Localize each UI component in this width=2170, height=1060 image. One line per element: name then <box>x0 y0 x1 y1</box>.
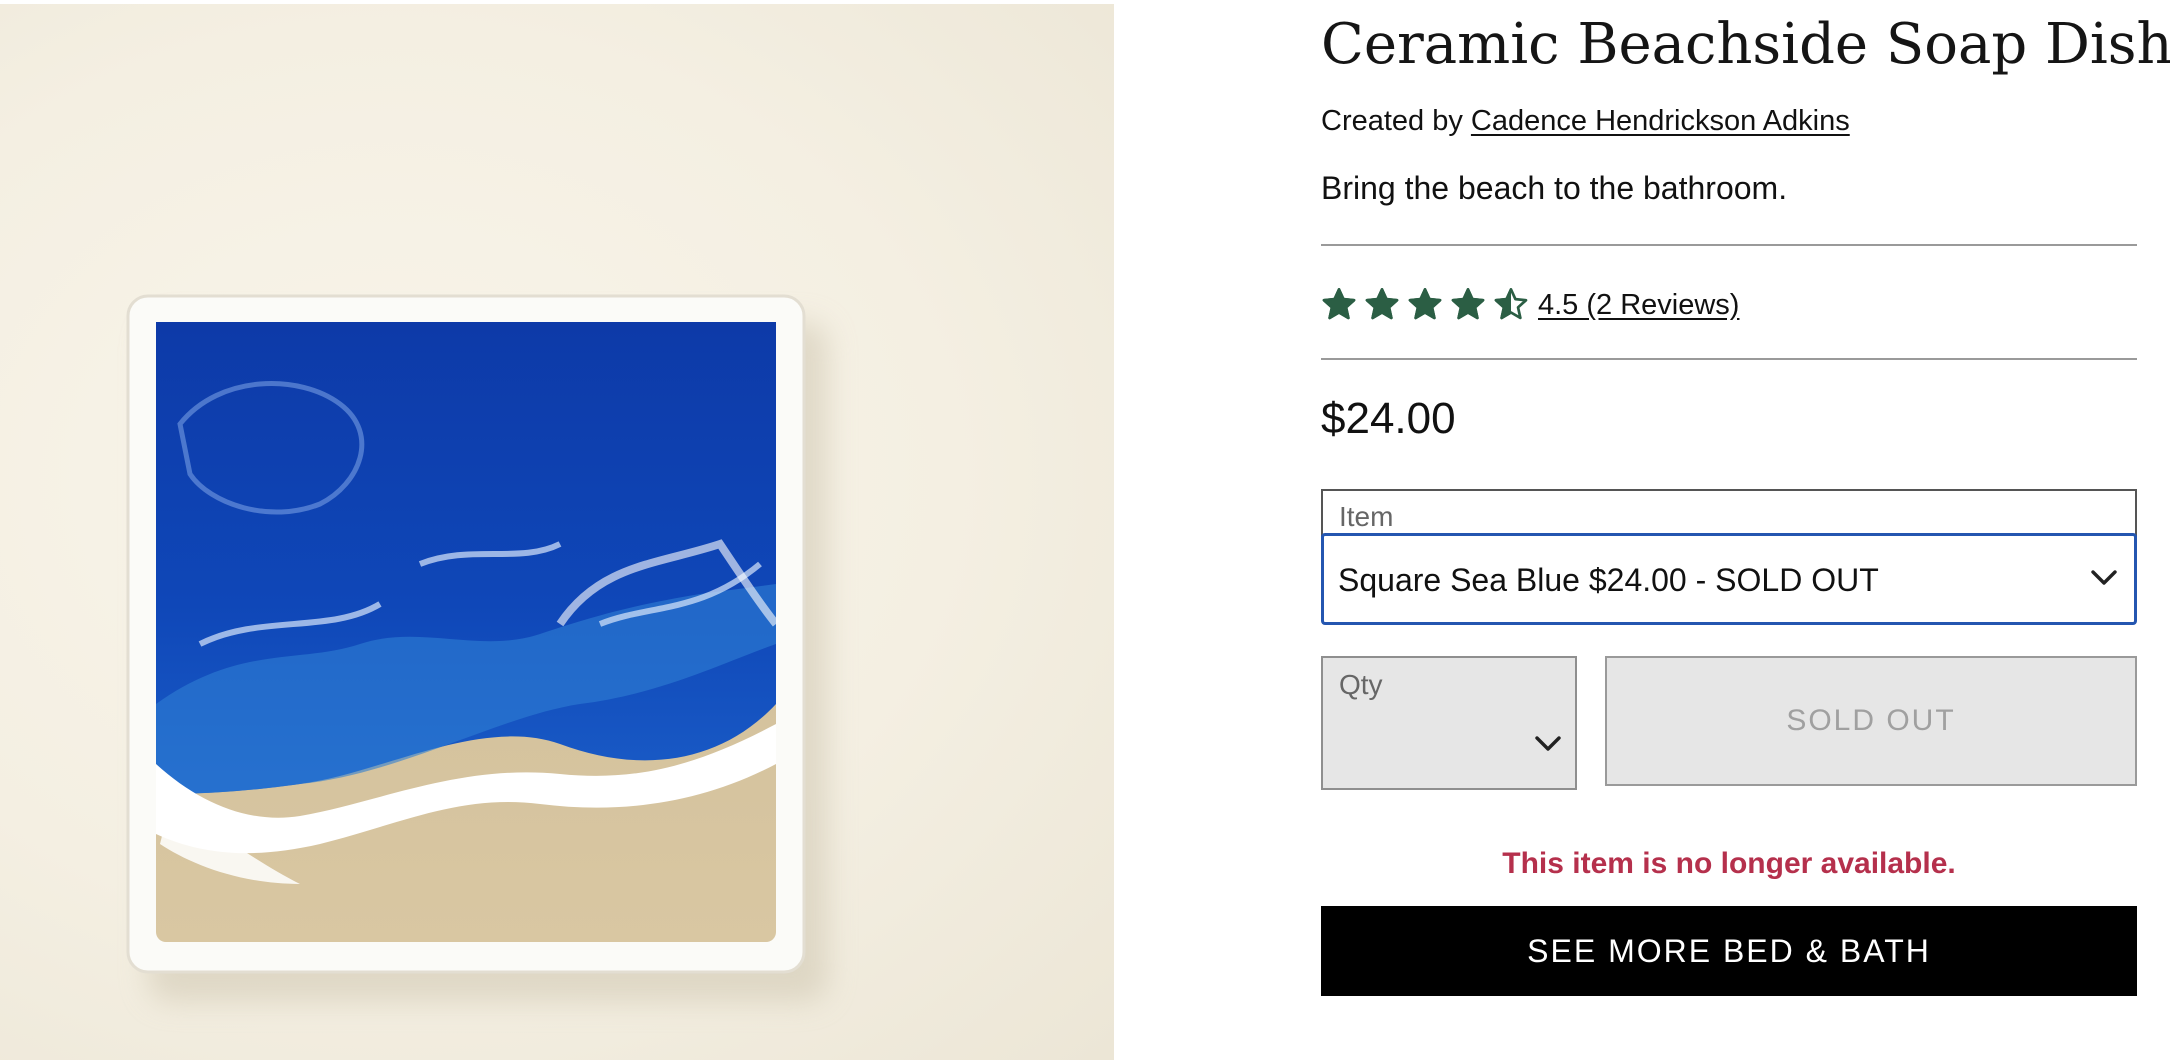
star-icon <box>1451 288 1485 320</box>
divider <box>1321 358 2137 360</box>
star-icon <box>1408 288 1442 320</box>
creator-prefix: Created by <box>1321 105 1463 137</box>
star-icon <box>1365 288 1399 320</box>
divider <box>1321 244 2137 246</box>
creator-line: Created by Cadence Hendrickson Adkins <box>1321 103 1850 139</box>
reviews-link[interactable]: 4.5 (2 Reviews) <box>1538 289 1739 322</box>
item-label-box: Item <box>1321 489 2137 537</box>
sold-out-button[interactable]: SOLD OUT <box>1605 656 2137 786</box>
qty-label: Qty <box>1339 669 1383 700</box>
rating: 4.5 (2 Reviews) <box>1321 285 1739 325</box>
item-select[interactable]: Square Sea Blue $24.00 - SOLD OUT <box>1321 533 2137 625</box>
chevron-down-icon <box>2091 570 2117 585</box>
product-title: Ceramic Beachside Soap Dish <box>1321 12 2170 77</box>
star-icon <box>1322 288 1356 320</box>
half-star-icon <box>1494 288 1528 320</box>
rating-stars <box>1321 287 1536 323</box>
product-image[interactable] <box>0 4 1114 1060</box>
creator-link[interactable]: Cadence Hendrickson Adkins <box>1471 105 1850 137</box>
unavailable-message: This item is no longer available. <box>1502 847 1956 880</box>
see-more-button[interactable]: SEE MORE BED & BATH <box>1321 906 2137 996</box>
qty-select[interactable]: Qty <box>1321 656 1577 790</box>
item-select-value: Square Sea Blue $24.00 - SOLD OUT <box>1338 562 1879 598</box>
chevron-down-icon <box>1535 736 1561 751</box>
item-label: Item <box>1339 501 1394 532</box>
product-tagline: Bring the beach to the bathroom. <box>1321 170 1788 206</box>
product-price: $24.00 <box>1321 394 1456 443</box>
soap-dish-photo <box>126 294 828 1002</box>
item-select-group: Item Square Sea Blue $24.00 - SOLD OUT <box>1321 489 2137 625</box>
